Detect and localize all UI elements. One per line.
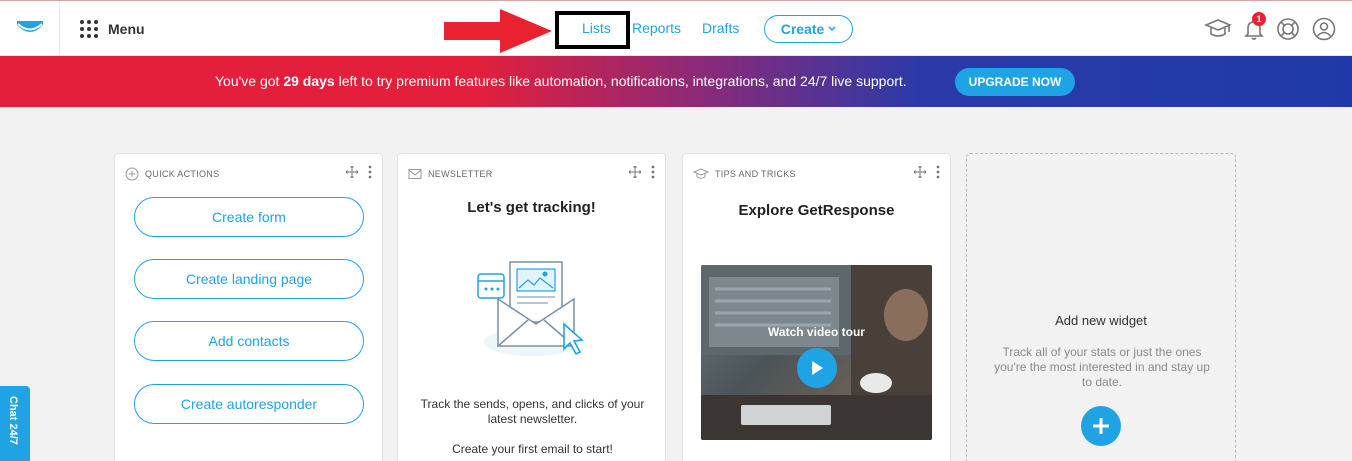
lifebuoy-icon <box>1277 18 1299 40</box>
trial-message: You've got 29 days left to try premium f… <box>215 73 907 89</box>
notifications-button[interactable]: 1 <box>1242 12 1266 41</box>
add-new-widget-panel: Add new widget Track all of your stats o… <box>966 153 1236 461</box>
create-autoresponder-button[interactable]: Create autoresponder <box>134 384 364 424</box>
newsletter-description: Track the sends, opens, and clicks of yo… <box>420 397 645 426</box>
chat-support-tab[interactable]: Chat 24/7 <box>0 386 30 461</box>
add-widget-title: Add new widget <box>1055 313 1147 328</box>
more-options-icon[interactable] <box>368 165 372 179</box>
more-options-icon[interactable] <box>936 165 940 179</box>
newsletter-title: Let's get tracking! <box>467 199 596 216</box>
add-widget-button[interactable] <box>1081 406 1121 446</box>
menu-label: Menu <box>108 21 145 37</box>
envelope-logo-icon <box>16 20 43 32</box>
video-title: Watch video tour <box>768 325 865 339</box>
nav-link-drafts[interactable]: Drafts <box>702 20 739 36</box>
annotation-arrow-icon <box>444 9 552 53</box>
add-contacts-button[interactable]: Add contacts <box>134 321 364 361</box>
create-form-button[interactable]: Create form <box>134 197 364 237</box>
tips-title: Explore GetResponse <box>738 202 895 219</box>
nav-link-lists[interactable]: Lists <box>582 20 611 36</box>
nav-link-reports[interactable]: Reports <box>632 20 681 36</box>
move-handle-icon[interactable] <box>629 166 641 178</box>
tips-and-tricks-widget: TIPS AND TRICKS Explore GetResponse Watc… <box>682 153 951 461</box>
widget-header-label: QUICK ACTIONS <box>145 169 220 179</box>
newsletter-cta-text: Create your first email to start! <box>452 442 613 456</box>
create-dropdown-button[interactable]: Create <box>764 15 853 43</box>
top-navigation-bar: Menu Lists Reports Drafts Create 1 <box>0 0 1352 56</box>
move-handle-icon[interactable] <box>346 166 358 178</box>
user-icon <box>1312 17 1336 41</box>
widget-tools <box>914 165 940 179</box>
plus-circle-icon <box>125 167 139 181</box>
widget-header-label: NEWSLETTER <box>428 169 493 179</box>
play-icon <box>812 361 823 375</box>
play-button[interactable] <box>797 348 837 388</box>
newsletter-illustration-icon <box>477 261 584 356</box>
move-handle-icon[interactable] <box>914 166 926 178</box>
newsletter-widget: NEWSLETTER Let's get tracking! Track the… <box>397 153 666 461</box>
add-widget-description: Track all of your stats or just the ones… <box>994 345 1210 389</box>
widget-header: NEWSLETTER <box>408 166 493 182</box>
chevron-down-icon <box>828 26 836 32</box>
video-tour-thumbnail[interactable]: Watch video tour <box>701 265 932 440</box>
widget-tools <box>346 165 372 179</box>
help-button[interactable] <box>1276 17 1300 41</box>
widget-header-label: TIPS AND TRICKS <box>715 169 796 179</box>
widget-tools <box>629 165 655 179</box>
more-options-icon[interactable] <box>651 165 655 179</box>
quick-actions-widget: QUICK ACTIONS Create form Create landing… <box>114 153 383 461</box>
create-landing-page-button[interactable]: Create landing page <box>134 259 364 299</box>
trial-banner: You've got 29 days left to try premium f… <box>0 56 1352 107</box>
widget-header: QUICK ACTIONS <box>125 166 219 182</box>
create-label: Create <box>780 21 825 37</box>
notification-badge: 1 <box>1252 12 1266 26</box>
chat-label: Chat 24/7 <box>7 396 19 445</box>
plus-icon <box>1093 418 1109 434</box>
envelope-icon <box>408 169 422 179</box>
account-button[interactable] <box>1312 17 1336 41</box>
getresponse-logo[interactable] <box>0 1 60 56</box>
grid-menu-icon <box>80 20 98 38</box>
trial-days: 29 days <box>283 73 335 89</box>
graduation-cap-icon <box>1204 19 1232 37</box>
academy-button[interactable] <box>1204 17 1232 41</box>
widget-header: TIPS AND TRICKS <box>693 166 796 182</box>
graduation-cap-icon <box>693 168 709 179</box>
upgrade-now-button[interactable]: UPGRADE NOW <box>955 68 1075 96</box>
menu-button[interactable]: Menu <box>80 17 145 41</box>
